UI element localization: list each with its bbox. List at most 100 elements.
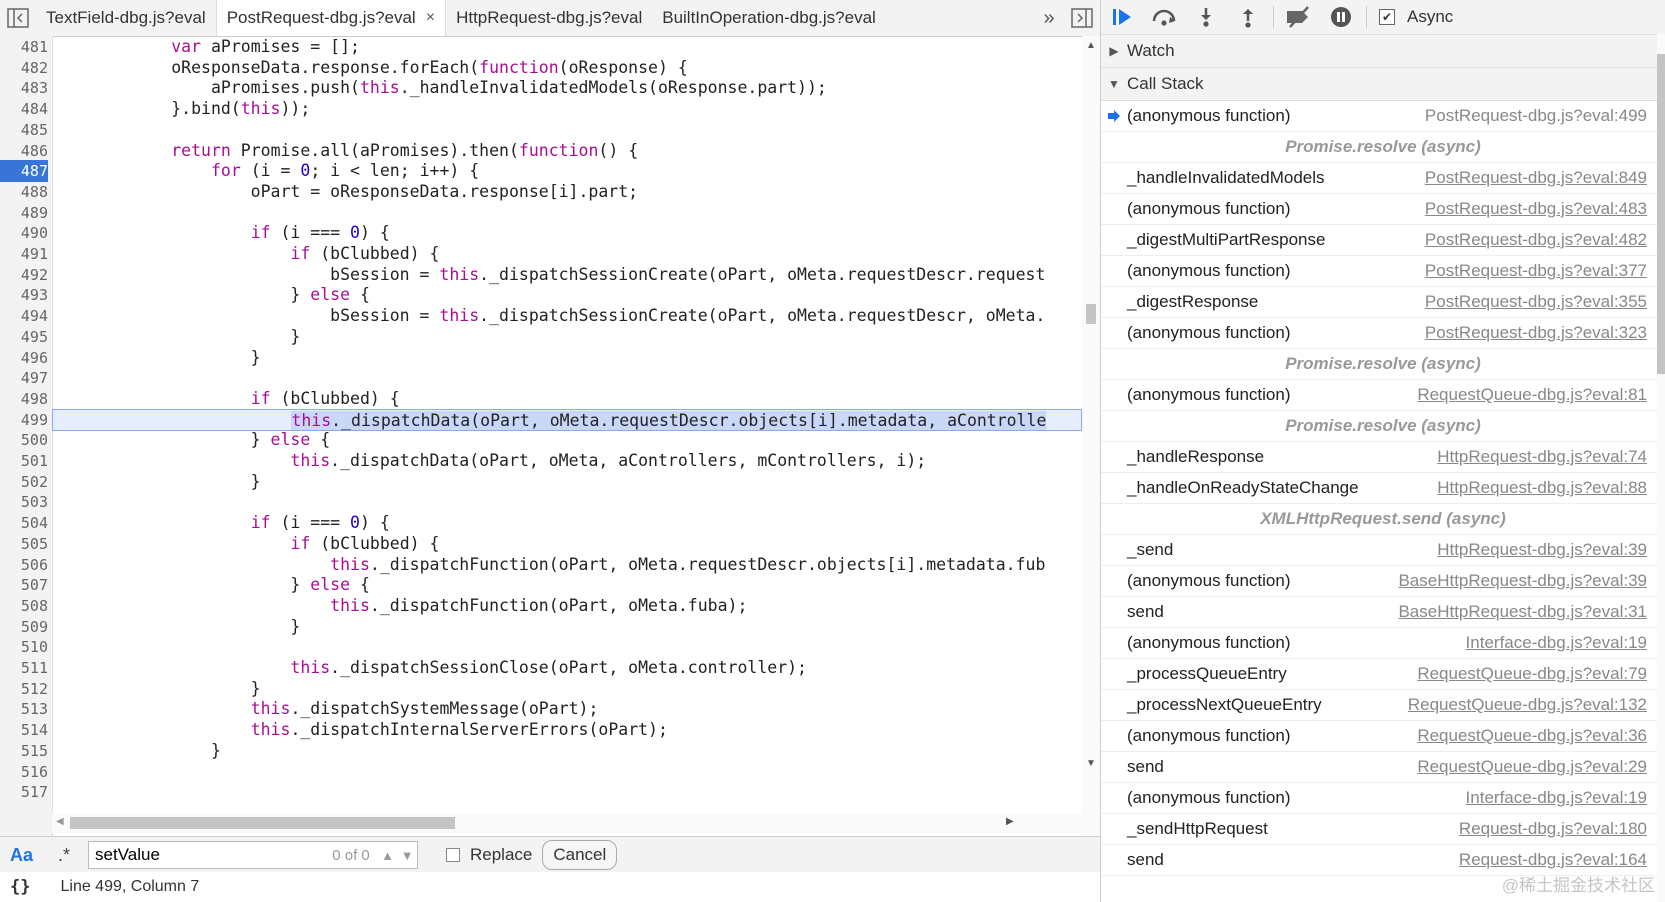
call-frame[interactable]: (anonymous function) Interface-dbg.js?eva… <box>1101 783 1665 814</box>
step-over-button[interactable] <box>1143 0 1185 34</box>
line-number[interactable]: 504 <box>0 512 48 534</box>
watch-section-header[interactable]: ▶ Watch <box>1101 35 1665 68</box>
editor-horizontal-scrollbar[interactable]: ◀ ▶ <box>52 813 1082 833</box>
line-number[interactable]: 510 <box>0 636 48 658</box>
line-number[interactable]: 514 <box>0 719 48 741</box>
code-line[interactable]: } <box>52 471 261 493</box>
deactivate-breakpoints-button[interactable] <box>1278 0 1320 34</box>
line-number[interactable]: 481 <box>0 36 48 58</box>
code-line[interactable]: this._dispatchFunction(oPart, oMeta.fuba… <box>52 595 747 617</box>
code-line[interactable]: bSession = this._dispatchSessionCreate(o… <box>52 264 1045 286</box>
frame-location-link[interactable]: PostRequest-dbg.js?eval:849 <box>1425 168 1647 188</box>
frame-location-link[interactable]: HttpRequest-dbg.js?eval:39 <box>1437 540 1647 560</box>
code-line[interactable]: if (bClubbed) { <box>52 533 439 555</box>
line-number[interactable]: 486 <box>0 140 48 162</box>
frame-location-link[interactable]: PostRequest-dbg.js?eval:377 <box>1425 261 1647 281</box>
line-number[interactable]: 515 <box>0 740 48 762</box>
code-line[interactable]: } else { <box>52 429 331 451</box>
line-number-gutter[interactable]: 481 482 483 484 485 486 487 488 489 490 491 492 493 4… <box>0 36 53 836</box>
code-line[interactable]: } <box>52 740 221 762</box>
line-number[interactable]: 498 <box>0 388 48 410</box>
editor-tab[interactable]: TextField-dbg.js?eval <box>36 0 216 36</box>
code-line[interactable]: if (bClubbed) { <box>52 388 400 410</box>
call-frame[interactable]: _handleInvalidatedModels PostRequest-dbg.… <box>1101 163 1665 194</box>
line-number[interactable]: 482 <box>0 57 48 79</box>
line-number[interactable]: 483 <box>0 77 48 99</box>
line-number[interactable]: 505 <box>0 533 48 555</box>
line-number[interactable]: 511 <box>0 657 48 679</box>
pause-on-exceptions-button[interactable] <box>1320 0 1362 34</box>
line-number[interactable]: 502 <box>0 471 48 493</box>
code-line[interactable]: if (i === 0) { <box>52 222 390 244</box>
code-line[interactable]: if (i === 0) { <box>52 512 390 534</box>
frame-location-link[interactable]: BaseHttpRequest-dbg.js?eval:39 <box>1398 571 1647 591</box>
call-frame[interactable]: _digestMultiPartResponse PostRequest-dbg.… <box>1101 225 1665 256</box>
frame-location-link[interactable]: PostRequest-dbg.js?eval:483 <box>1425 199 1647 219</box>
line-number[interactable]: 516 <box>0 761 48 783</box>
frame-location-link[interactable]: Interface-dbg.js?eval:19 <box>1466 788 1647 808</box>
call-frame[interactable]: (anonymous function) RequestQueue-dbg.js?… <box>1101 721 1665 752</box>
code-line[interactable]: } <box>52 616 300 638</box>
editor-vertical-scroll-thumb[interactable] <box>1086 304 1096 324</box>
call-stack-section-header[interactable]: ▼ Call Stack <box>1101 68 1665 101</box>
code-line[interactable]: oResponseData.response.forEach(function(… <box>52 57 688 79</box>
frame-location-link[interactable]: BaseHttpRequest-dbg.js?eval:31 <box>1398 602 1647 622</box>
step-into-button[interactable] <box>1185 0 1227 34</box>
navigator-toggle-button[interactable] <box>0 0 36 36</box>
code-area[interactable]: var aPromises = []; oResponseData.respon… <box>52 36 1082 836</box>
code-line[interactable]: aPromises.push(this._handleInvalidatedMo… <box>52 77 827 99</box>
call-frame[interactable]: send RequestQueue-dbg.js?eval:29 <box>1101 752 1665 783</box>
line-number[interactable]: 509 <box>0 616 48 638</box>
code-line[interactable]: this._dispatchSessionClose(oPart, oMeta.… <box>52 657 807 679</box>
code-line[interactable]: this._dispatchFunction(oPart, oMeta.requ… <box>52 554 1045 576</box>
code-line[interactable]: bSession = this._dispatchSessionCreate(o… <box>52 305 1045 327</box>
code-editor[interactable]: 481 482 483 484 485 486 487 488 489 490 491 492 493 4… <box>0 36 1100 836</box>
call-frame[interactable]: (anonymous function) PostRequest-dbg.js?e… <box>1101 318 1665 349</box>
frame-location-link[interactable]: Request-dbg.js?eval:180 <box>1459 819 1647 839</box>
frame-location-link[interactable]: RequestQueue-dbg.js?eval:79 <box>1417 664 1647 684</box>
frame-location-link[interactable]: RequestQueue-dbg.js?eval:132 <box>1408 695 1647 715</box>
line-number[interactable]: 496 <box>0 347 48 369</box>
line-number[interactable]: 512 <box>0 678 48 700</box>
editor-tab[interactable]: PostRequest-dbg.js?eval × <box>215 0 447 36</box>
scroll-left-icon[interactable]: ◀ <box>56 816 64 827</box>
line-number[interactable]: 493 <box>0 284 48 306</box>
code-line[interactable]: return Promise.all(aPromises).then(funct… <box>52 140 638 162</box>
line-number[interactable]: 494 <box>0 305 48 327</box>
step-out-button[interactable] <box>1227 0 1269 34</box>
line-number[interactable]: 487 <box>0 160 48 182</box>
scroll-down-icon[interactable]: ▼ <box>1086 758 1096 769</box>
code-line[interactable]: }.bind(this)); <box>52 98 310 120</box>
line-number[interactable]: 489 <box>0 202 48 224</box>
call-frame[interactable]: _digestResponse PostRequest-dbg.js?eval:3… <box>1101 287 1665 318</box>
code-line[interactable]: } <box>52 347 261 369</box>
code-line[interactable]: this._dispatchSystemMessage(oPart); <box>52 698 599 720</box>
line-number[interactable]: 499 <box>0 409 48 431</box>
code-line[interactable]: oPart = oResponseData.response[i].part; <box>52 181 638 203</box>
call-frame[interactable]: (anonymous function) PostRequest-dbg.js?e… <box>1101 101 1665 132</box>
line-number[interactable]: 497 <box>0 367 48 389</box>
async-checkbox[interactable]: ✔ <box>1379 9 1395 25</box>
code-line[interactable]: if (bClubbed) { <box>52 243 439 265</box>
line-number[interactable]: 495 <box>0 326 48 348</box>
line-number[interactable]: 492 <box>0 264 48 286</box>
line-number[interactable]: 484 <box>0 98 48 120</box>
frame-location-link[interactable]: RequestQueue-dbg.js?eval:81 <box>1417 385 1647 405</box>
scroll-right-icon[interactable]: ▶ <box>1006 816 1014 827</box>
editor-tab[interactable]: HttpRequest-dbg.js?eval <box>446 0 652 36</box>
code-line[interactable]: } else { <box>52 574 370 596</box>
code-line[interactable]: } <box>52 326 300 348</box>
frame-location-link[interactable]: PostRequest-dbg.js?eval:499 <box>1425 106 1647 126</box>
tab-overflow-button[interactable]: » <box>1034 7 1064 30</box>
call-frame[interactable]: (anonymous function) PostRequest-dbg.js?e… <box>1101 256 1665 287</box>
line-number[interactable]: 517 <box>0 781 48 803</box>
editor-tab[interactable]: BuiltInOperation-dbg.js?eval <box>652 0 886 36</box>
frame-location-link[interactable]: HttpRequest-dbg.js?eval:88 <box>1437 478 1647 498</box>
call-frame[interactable]: (anonymous function) RequestQueue-dbg.js?… <box>1101 380 1665 411</box>
scroll-up-icon[interactable]: ▲ <box>1086 40 1096 51</box>
line-number[interactable]: 513 <box>0 698 48 720</box>
code-line[interactable]: this._dispatchData(oPart, oMeta, aContro… <box>52 450 926 472</box>
search-input[interactable] <box>93 844 329 866</box>
sidebar-scrollbar[interactable] <box>1657 34 1665 902</box>
line-number[interactable]: 508 <box>0 595 48 617</box>
